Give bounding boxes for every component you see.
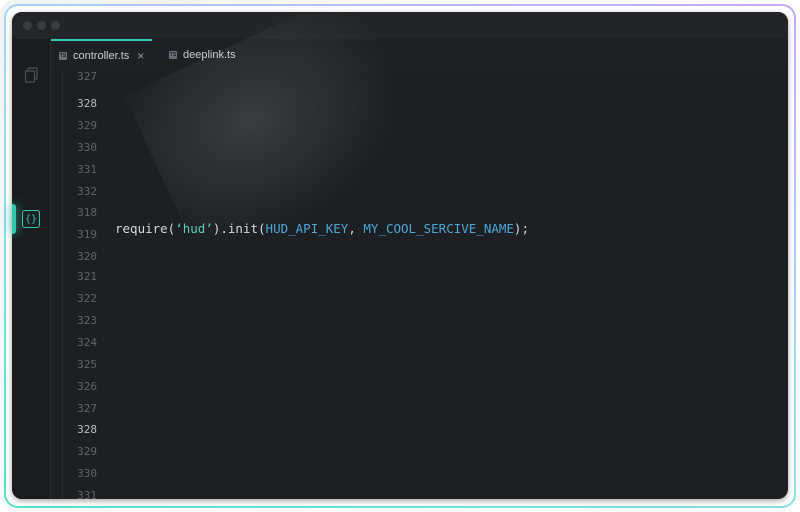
line-number: 319 — [77, 228, 97, 241]
line-number: 331 — [77, 489, 97, 499]
code-method: ).init( — [212, 221, 266, 236]
editor-window: TS controller.ts × TS deeplink.ts 327 32… — [12, 12, 788, 499]
line-number: 328 — [77, 97, 97, 110]
line-number: 327 — [77, 402, 97, 415]
window-minimize-dot[interactable] — [37, 21, 46, 30]
marker-label: {} — [24, 213, 38, 225]
typescript-file-icon: TS — [59, 52, 67, 60]
files-icon[interactable] — [24, 67, 40, 83]
line-number: 324 — [77, 336, 97, 349]
line-number: 329 — [77, 445, 97, 458]
tab-controller[interactable]: TS controller.ts × — [51, 39, 152, 71]
line-number: 331 — [77, 163, 97, 176]
code-string: ‘hud’ — [175, 221, 213, 236]
line-number-gutter: 327 328 329 330 331 332 318 319 320 321 … — [51, 70, 99, 499]
activity-bar — [12, 39, 51, 499]
line-number: 320 — [77, 250, 97, 263]
tab-label: controller.ts — [73, 50, 130, 62]
line-number: 322 — [77, 292, 97, 305]
line-number: 328 — [77, 423, 97, 436]
tab-bar: TS controller.ts × TS deeplink.ts — [51, 39, 788, 71]
line-number: 330 — [77, 467, 97, 480]
code-constant: MY_COOL_SERCIVE_NAME — [363, 221, 514, 236]
title-bar — [12, 12, 788, 39]
close-icon[interactable]: × — [137, 49, 144, 63]
tab-label: deeplink.ts — [183, 49, 236, 61]
code-constant: HUD_API_KEY — [265, 221, 349, 236]
braces-icon[interactable]: {} — [22, 210, 40, 228]
code-separator: , — [348, 221, 364, 236]
window-maximize-dot[interactable] — [51, 21, 60, 30]
line-number: 329 — [77, 119, 97, 132]
line-number: 318 — [77, 206, 97, 219]
code-function: require( — [115, 221, 176, 236]
code-end: ); — [513, 221, 529, 236]
line-number: 323 — [77, 314, 97, 327]
line-number: 321 — [77, 270, 97, 283]
code-line[interactable]: require(‘hud’).init(HUD_API_KEY, MY_COOL… — [115, 221, 529, 236]
typescript-file-icon: TS — [169, 51, 177, 59]
line-number: 332 — [77, 185, 97, 198]
active-line-glow — [12, 204, 16, 234]
window-close-dot[interactable] — [23, 21, 32, 30]
line-number: 325 — [77, 358, 97, 371]
line-number: 326 — [77, 380, 97, 393]
line-number: 327 — [77, 70, 97, 83]
line-number: 330 — [77, 141, 97, 154]
tab-deeplink[interactable]: TS deeplink.ts — [159, 39, 236, 71]
